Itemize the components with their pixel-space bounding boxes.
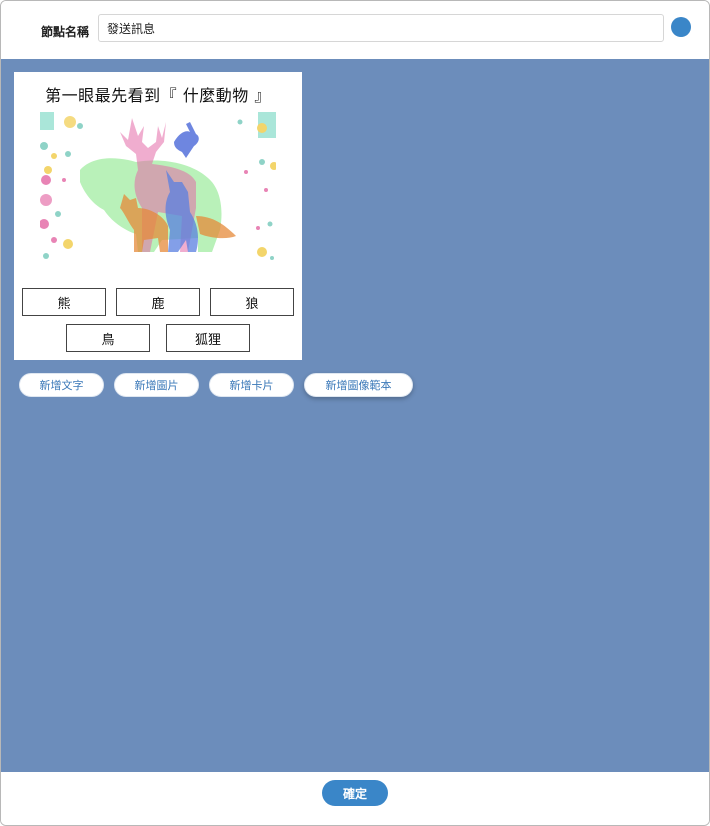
confirm-button[interactable]: 確定 [322,780,388,806]
message-editor-canvas: 第一眼最先看到『 什麼動物 』 熊 鹿 狼 鳥 狐狸 新增文字 新增圖片 新增卡… [1,59,709,772]
add-card-button[interactable]: 新增卡片 [209,373,294,397]
add-text-button[interactable]: 新增文字 [19,373,104,397]
dialog-header: 節點名稱 [1,1,709,59]
message-node-dialog: 節點名稱 第一眼最先看到『 什麼動物 』 [0,0,710,826]
option-button-deer[interactable]: 鹿 [116,288,200,316]
add-image-button[interactable]: 新增圖片 [114,373,199,397]
option-button-bear[interactable]: 熊 [22,288,106,316]
image-template-card[interactable]: 第一眼最先看到『 什麼動物 』 熊 鹿 狼 鳥 狐狸 [14,72,302,360]
option-button-bird[interactable]: 鳥 [66,324,150,352]
node-name-input[interactable] [98,14,664,42]
node-name-label: 節點名稱 [41,25,90,39]
option-button-fox[interactable]: 狐狸 [166,324,250,352]
status-indicator-icon[interactable] [671,17,691,37]
dialog-footer: 確定 [1,772,709,825]
add-image-template-button[interactable]: 新增圖像範本 [304,373,413,397]
option-button-wolf[interactable]: 狼 [210,288,294,316]
card-title: 第一眼最先看到『 什麼動物 』 [45,86,271,105]
animals-silhouette-image [40,112,276,262]
